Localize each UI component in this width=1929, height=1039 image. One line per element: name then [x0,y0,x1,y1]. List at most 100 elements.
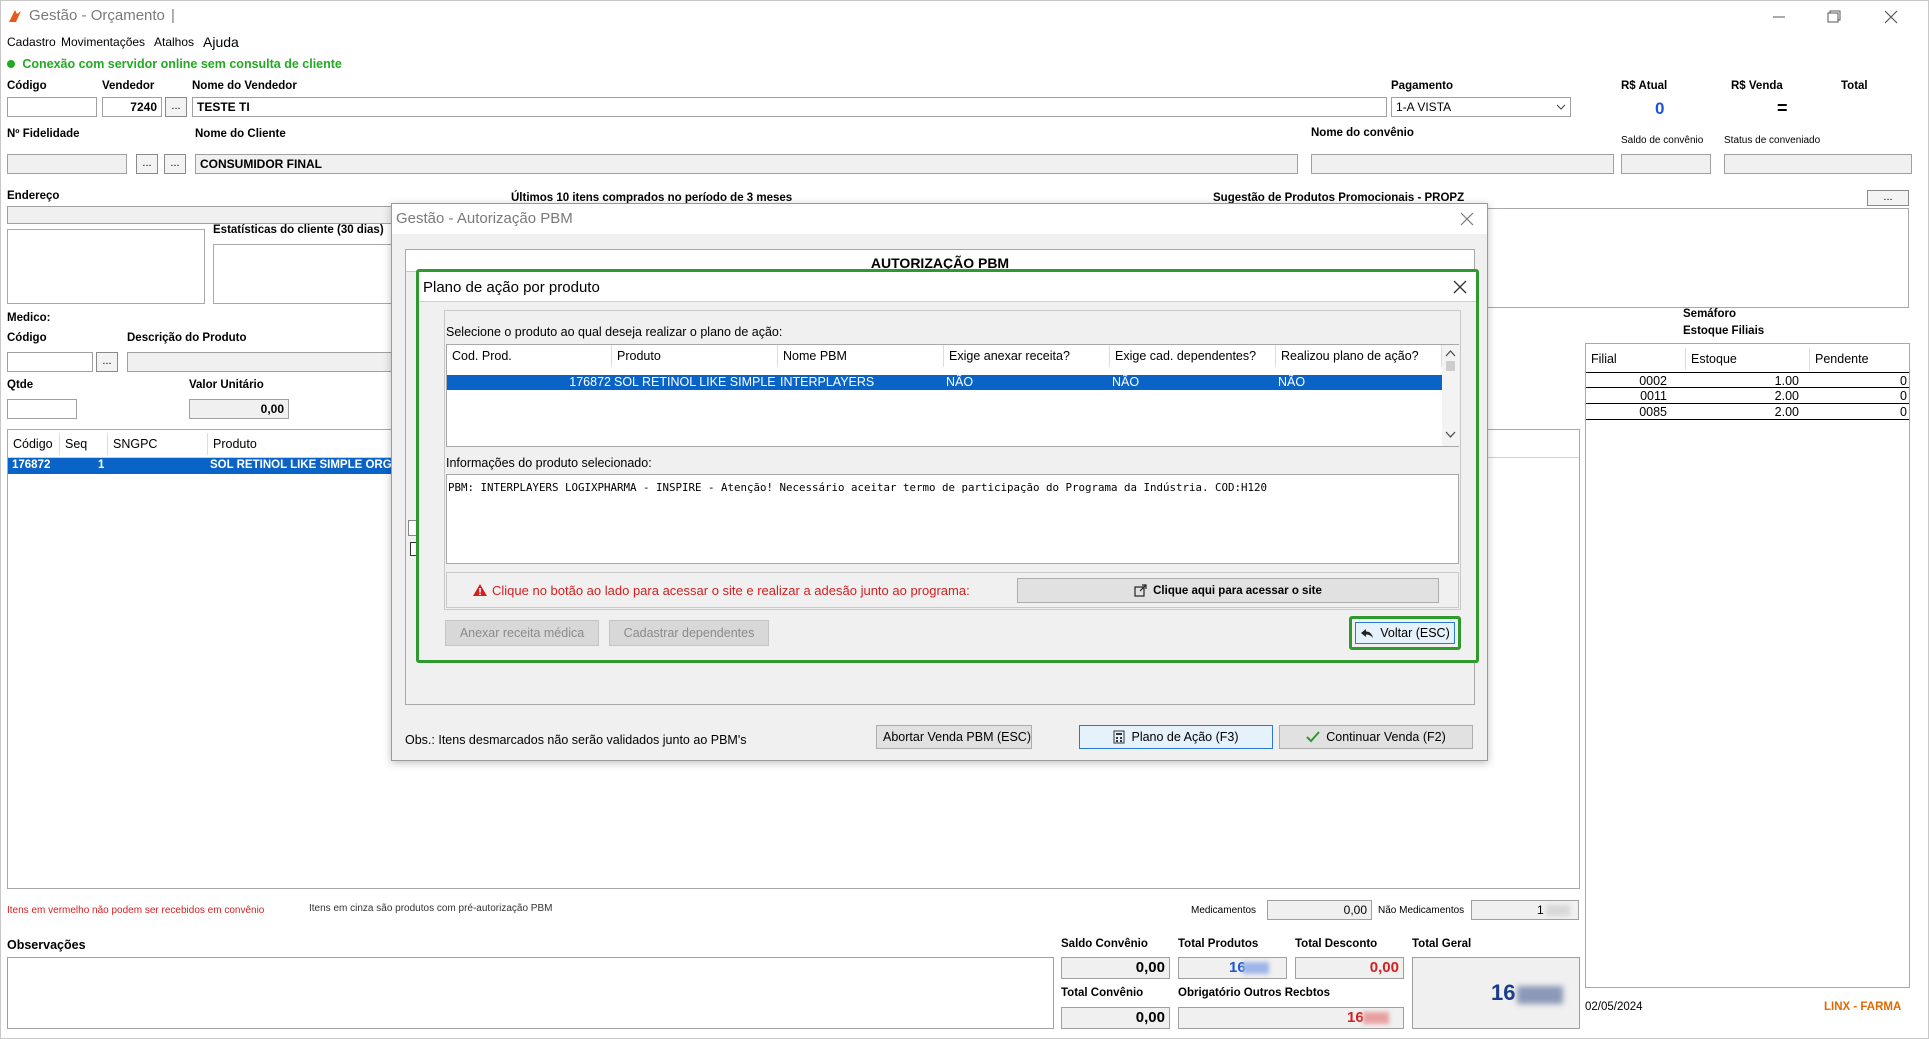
vendedor-label: Vendedor [102,80,155,92]
maximize-button[interactable] [1815,5,1851,29]
col-pendente[interactable]: Pendente [1810,348,1910,370]
restore-icon [1827,10,1841,23]
plano-prompt: Selecione o produto ao qual deseja reali… [446,325,783,339]
window-title: Gestão - Orçamento [29,7,165,24]
col-produto[interactable]: Produto [612,345,778,367]
table-row[interactable]: 176872 SOL RETINOL LIKE SIMPLE... INTERP… [447,375,1442,390]
pbm-obs: Obs.: Itens desmarcados não serão valida… [405,733,747,747]
voltar-button[interactable]: Voltar (ESC) [1355,622,1455,644]
plano-close-button[interactable] [1447,276,1473,298]
menu-ajuda[interactable]: Ajuda [203,34,239,50]
plano-inner-panel: Selecione o produto ao qual deseja reali… [444,310,1461,610]
col-seq[interactable]: Seq [60,433,108,455]
table-row[interactable]: 176872 1 SOL RETINOL LIKE SIMPLE ORGAN [8,458,398,474]
estatisticas-label: Estatísticas do cliente (30 dias) [213,224,384,236]
adesao-panel: Clique no botão ao lado para acessar o s… [446,572,1459,608]
endereco-field [7,206,392,224]
total-geral-value: 16 [1491,980,1516,1005]
menu-cadastro[interactable]: Cadastro [7,35,56,49]
plano-table-scrollbar[interactable] [1442,345,1459,446]
menu-movimentacoes[interactable]: Movimentações [61,35,145,49]
close-icon [1884,10,1898,24]
blur-mask [1517,986,1563,1004]
produto-lookup-button[interactable]: ... [96,352,118,372]
info-textarea[interactable]: PBM: INTERPLAYERS LOGIXPHARMA - INSPIRE … [446,474,1459,564]
obrigatorio-value: 16 [1347,1009,1364,1026]
col-produto[interactable]: Produto [208,433,408,455]
estoque-filiais-table: Filial Estoque Pendente 0002 1.00 0 0011… [1585,343,1910,988]
close-button[interactable] [1873,5,1909,29]
back-arrow-icon [1361,629,1374,638]
nome-convenio-field [1311,154,1614,174]
saldo-convenio-total-label: Saldo Convênio [1061,938,1148,950]
check-icon [1306,731,1320,743]
saldo-convenio-label: Saldo de convênio [1621,135,1704,146]
total-convenio-label: Total Convênio [1061,987,1144,999]
status-conveniado-label: Status de conveniado [1724,135,1821,146]
rs-atual-label: R$ Atual [1621,80,1668,92]
col-exige-receita[interactable]: Exige anexar receita? [944,345,1110,367]
col-codigo[interactable]: Código [8,433,60,455]
vendedor-input[interactable]: 7240 [102,97,162,117]
minimize-button[interactable] [1761,5,1797,29]
status-conveniado-field [1724,154,1912,174]
descricao-produto-field [127,352,397,372]
cliente-lookup-button[interactable]: ... [164,154,186,174]
minimize-icon [1773,16,1785,18]
codigo-input[interactable] [7,97,97,117]
abortar-venda-button[interactable]: Abortar Venda PBM (ESC) [876,725,1032,749]
rs-venda-label: R$ Venda [1731,80,1783,92]
chevron-down-icon[interactable] [1445,431,1456,439]
nome-cliente-field[interactable]: CONSUMIDOR FINAL [195,154,1298,174]
cadastrar-dependentes-button[interactable]: Cadastrar dependentes [609,620,769,646]
title-cursor: | [171,7,175,24]
row-exige-dependentes: NÃO [1112,375,1140,389]
plano-acao-button[interactable]: Plano de Ação (F3) [1079,725,1273,749]
anexar-receita-button[interactable]: Anexar receita médica [445,620,599,646]
scroll-thumb[interactable] [1446,361,1455,371]
col-realizou-plano[interactable]: Realizou plano de ação? [1276,345,1442,367]
continuar-venda-button[interactable]: Continuar Venda (F2) [1279,725,1473,749]
total-desconto-label: Total Desconto [1295,938,1378,950]
table-row[interactable]: 0011 2.00 0 [1586,388,1909,404]
semaforo-subtitle: Estoque Filiais [1683,325,1765,337]
table-row[interactable]: 0085 2.00 0 [1586,404,1909,420]
row-seq: 1 [98,459,105,471]
col-exige-dependentes[interactable]: Exige cad. dependentes? [1110,345,1276,367]
pbm-close-button[interactable] [1454,208,1480,230]
observacoes-textarea[interactable] [7,957,1054,1029]
row-cod-prod: 176872 [569,375,611,389]
table-row[interactable]: 0002 1.00 0 [1586,372,1909,388]
medicamentos-label: Medicamentos [1191,905,1257,916]
obrigatorio-label: Obrigatório Outros Recbtos [1178,987,1331,999]
col-nome-pbm[interactable]: Nome PBM [778,345,944,367]
rs-atual-value: 0 [1655,99,1665,118]
col-filial[interactable]: Filial [1586,348,1686,370]
pbm-title-bar: Gestão - Autorização PBM [392,204,1487,234]
info-label: Informações do produto selecionado: [446,456,652,470]
close-icon [1460,212,1474,226]
sugestao-more-button[interactable]: ... [1867,190,1909,206]
menu-atalhos[interactable]: Atalhos [154,35,194,49]
qtde-label: Qtde [7,379,34,391]
total-desconto-field: 0,00 [1295,957,1404,979]
chevron-up-icon[interactable] [1445,349,1456,357]
nome-vendedor-label: Nome do Vendedor [192,80,297,92]
col-estoque[interactable]: Estoque [1686,348,1810,370]
nao-medicamentos-label: Não Medicamentos [1378,905,1465,916]
pagamento-select[interactable]: 1-A VISTA [1391,97,1571,117]
vendedor-lookup-button[interactable]: ... [165,97,187,117]
row-filial: 0011 [1640,389,1667,403]
fidelidade-input[interactable] [7,154,127,174]
col-sngpc[interactable]: SNGPC [108,433,208,455]
codigo-produto-input[interactable] [7,352,93,372]
total-produtos-label: Total Produtos [1178,938,1259,950]
acessar-site-button[interactable]: Clique aqui para acessar o site [1017,578,1439,603]
col-cod-prod[interactable]: Cod. Prod. [447,345,612,367]
total-produtos-field: 16 [1178,957,1287,979]
status-dot-icon [7,60,15,68]
warning-icon [473,584,487,596]
fidelidade-lookup-button[interactable]: ... [136,154,158,174]
qtde-input[interactable] [7,399,77,419]
row-filial: 0085 [1639,405,1667,419]
